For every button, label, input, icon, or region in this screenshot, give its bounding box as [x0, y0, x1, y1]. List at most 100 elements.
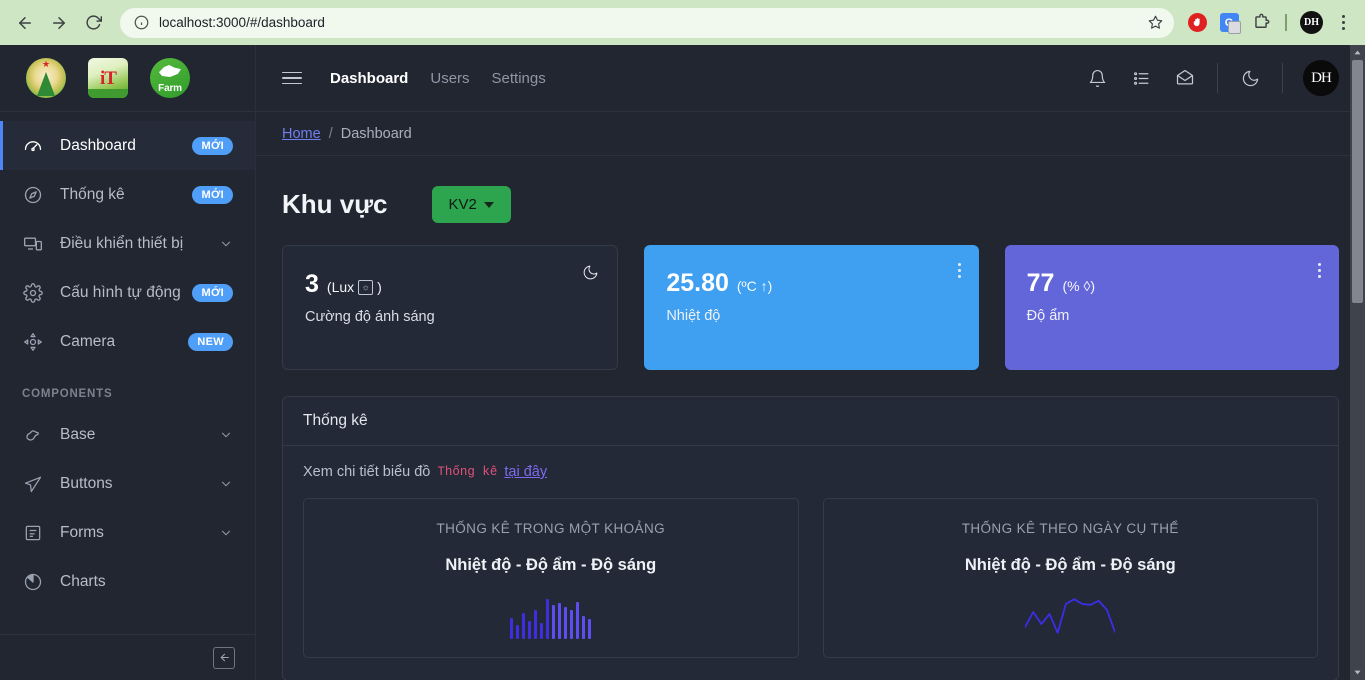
stat-cards: 3 (Lux ☼ ) Cường độ ánh sáng 25.80 (ºC ↑… — [282, 245, 1339, 370]
helper-code: Thống kê — [437, 465, 498, 479]
list-icon[interactable] — [1129, 66, 1153, 90]
farm-logo-text: Farm — [158, 83, 182, 94]
site-info-icon[interactable] — [132, 14, 150, 32]
sidebar-item-forms[interactable]: Forms — [0, 508, 255, 557]
toolbar-divider — [1285, 14, 1287, 31]
page-header: Khu vực KV2 — [282, 156, 1339, 245]
page-scrollbar[interactable] — [1350, 45, 1365, 680]
sidebar-item-label: Thống kê — [60, 185, 125, 203]
bar-series — [510, 593, 592, 639]
dots-vertical-icon[interactable] — [957, 263, 961, 278]
sidebar-section-title: COMPONENTS — [22, 388, 113, 400]
chart-subtitle: THỐNG KÊ THEO NGÀY CỤ THỂ — [961, 521, 1179, 536]
sidebar-badge-new: MỚI — [192, 185, 233, 204]
helper-link[interactable]: tại đây — [504, 464, 547, 480]
statistics-panel: Thống kê Xem chi tiết biểu đồ Thống kê t… — [282, 396, 1339, 680]
google-translate-icon[interactable]: G — [1218, 12, 1241, 34]
bookmark-star-icon[interactable] — [1144, 12, 1166, 34]
extension-icons: G DH — [1186, 11, 1355, 34]
scroll-down-arrow-icon[interactable] — [1350, 665, 1365, 680]
sidebar-item-label: Charts — [60, 572, 106, 590]
breadcrumb-home[interactable]: Home — [282, 126, 321, 142]
sidebar-item-base[interactable]: Base — [0, 410, 255, 459]
reload-button[interactable] — [78, 8, 108, 38]
main-area: Dashboard Users Settings DH Home / Dashb… — [256, 45, 1365, 680]
extensions-puzzle-icon[interactable] — [1250, 12, 1272, 34]
helper-prefix: Xem chi tiết biểu đồ — [303, 464, 431, 480]
bell-icon[interactable] — [1085, 66, 1109, 90]
puzzle-icon — [22, 424, 44, 446]
bar — [576, 602, 580, 639]
humidity-unit: (% ◊) — [1062, 278, 1096, 294]
chart-title: Nhiệt độ - Độ ẩm - Độ sáng — [445, 556, 657, 574]
chrome-profile-avatar[interactable]: DH — [1300, 11, 1323, 34]
user-avatar[interactable]: DH — [1303, 60, 1339, 96]
sidebar-item-dieu-khien-thiet-bi[interactable]: Điều khiển thiết bị — [0, 219, 255, 268]
topbar-actions: DH — [1085, 60, 1339, 96]
stat-card-light[interactable]: 3 (Lux ☼ ) Cường độ ánh sáng — [282, 245, 619, 370]
bar — [540, 623, 544, 639]
zone-select-button[interactable]: KV2 — [431, 186, 511, 223]
pie-chart-icon — [22, 571, 44, 593]
humidity-label: Độ ẩm — [1026, 308, 1070, 324]
topbar-divider — [1282, 63, 1283, 93]
chart-card-day[interactable]: THỐNG KÊ THEO NGÀY CỤ THỂ Nhiệt độ - Độ … — [822, 498, 1318, 658]
light-unit: (Lux ☼ ) — [327, 279, 382, 295]
hamburger-menu-icon[interactable] — [282, 71, 302, 85]
chart-cards: THỐNG KÊ TRONG MỘT KHOẢNG Nhiệt độ - Độ … — [303, 498, 1318, 658]
scroll-up-arrow-icon[interactable] — [1350, 45, 1365, 60]
tab-settings[interactable]: Settings — [492, 70, 546, 87]
chevron-down-icon — [219, 477, 233, 491]
envelope-icon[interactable] — [1173, 66, 1197, 90]
sidebar-item-dashboard[interactable]: Dashboard MỚI — [0, 121, 255, 170]
moon-icon[interactable] — [582, 264, 599, 281]
sidebar-item-camera[interactable]: Camera NEW — [0, 317, 255, 366]
sidebar-item-cau-hinh-tu-dong[interactable]: Cấu hình tự động MỚI — [0, 268, 255, 317]
address-bar[interactable]: localhost:3000/#/dashboard — [120, 7, 1174, 38]
bar-sparkline — [320, 593, 782, 639]
bar — [510, 617, 514, 639]
breadcrumb-separator: / — [328, 125, 333, 142]
bar — [546, 598, 550, 639]
stat-card-value-row: 3 (Lux ☼ ) — [305, 270, 595, 299]
scrollbar-track[interactable] — [1350, 60, 1365, 665]
bar — [516, 625, 520, 639]
stat-card-humidity[interactable]: 77 (% ◊) Độ ẩm — [1004, 245, 1339, 370]
chrome-menu-icon[interactable] — [1333, 15, 1353, 30]
bar — [570, 610, 574, 639]
chart-card-range[interactable]: THỐNG KÊ TRONG MỘT KHOẢNG Nhiệt độ - Độ … — [303, 498, 799, 658]
it-institute-logo: iT — [88, 58, 128, 98]
bar — [528, 620, 532, 639]
speedometer-icon — [22, 135, 44, 157]
chart-title: Nhiệt độ - Độ ẩm - Độ sáng — [964, 556, 1176, 574]
panel-title: Thống kê — [283, 397, 1338, 446]
collapse-sidebar-button[interactable] — [213, 646, 235, 669]
dots-vertical-icon[interactable] — [1317, 263, 1321, 278]
sidebar-item-buttons[interactable]: Buttons — [0, 459, 255, 508]
stat-card-temperature[interactable]: 25.80 (ºC ↑) Nhiệt độ — [644, 245, 979, 370]
bar — [534, 610, 538, 639]
chevron-down-icon — [219, 237, 233, 251]
light-unit-text: (Lux — [326, 279, 355, 295]
devices-icon — [22, 233, 44, 255]
camera-move-icon — [22, 331, 44, 353]
tab-dashboard[interactable]: Dashboard — [330, 70, 408, 87]
form-icon — [22, 522, 44, 544]
farm-logo: Farm — [150, 58, 190, 98]
adblock-icon[interactable] — [1186, 12, 1208, 34]
tab-users[interactable]: Users — [430, 70, 469, 87]
scrollbar-thumb[interactable] — [1352, 60, 1363, 303]
sidebar-badge-new-en: NEW — [188, 332, 233, 351]
sidebar-item-label: Forms — [60, 523, 104, 541]
light-unit-close: ) — [377, 279, 382, 295]
moon-icon[interactable] — [1238, 66, 1262, 90]
sidebar-item-label: Base — [60, 425, 96, 443]
panel-body: Xem chi tiết biểu đồ Thống kê tại đây TH… — [283, 446, 1338, 680]
back-button[interactable] — [10, 8, 40, 38]
sidebar-item-label: Điều khiển thiết bị — [60, 234, 184, 252]
compass-icon — [22, 184, 44, 206]
forward-button[interactable] — [44, 8, 74, 38]
sidebar-item-charts[interactable]: Charts — [0, 557, 255, 606]
sidebar-item-thong-ke[interactable]: Thống kê MỚI — [0, 170, 255, 219]
sidebar-footer — [0, 634, 255, 680]
